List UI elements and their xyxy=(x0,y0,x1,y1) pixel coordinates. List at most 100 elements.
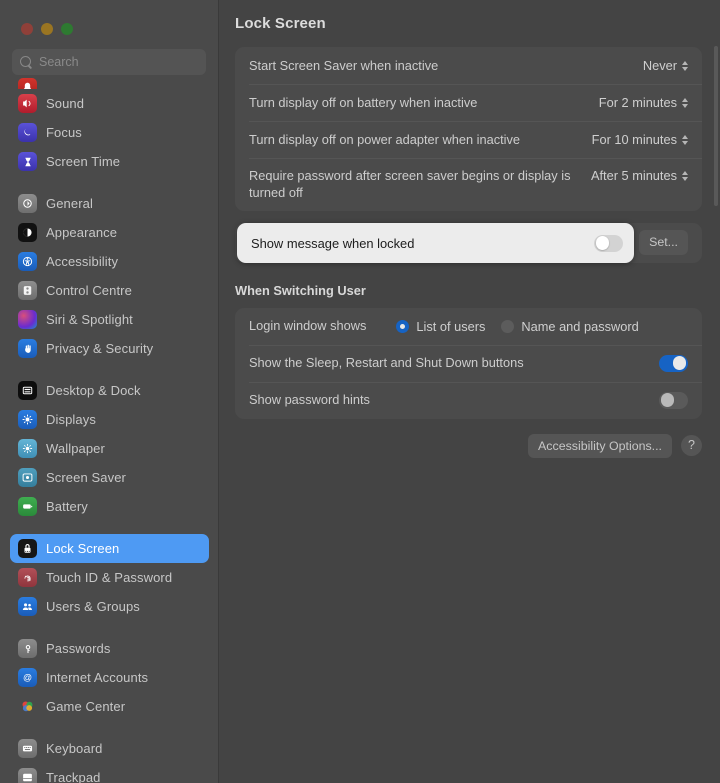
set-message-button[interactable]: Set... xyxy=(639,230,688,255)
display-off-battery-popup[interactable]: For 2 minutes xyxy=(599,95,688,110)
row-label: Login window shows xyxy=(249,318,367,334)
sidebar-item-siri-spotlight[interactable]: Siri & Spotlight xyxy=(10,305,209,334)
footer-actions: Accessibility Options... ? xyxy=(235,433,702,459)
row-display-off-power-adapter[interactable]: Turn display off on power adapter when i… xyxy=(235,121,702,158)
sidebar-search-field[interactable] xyxy=(12,49,206,75)
sidebar-item-game-center[interactable]: Game Center xyxy=(10,692,209,721)
row-label: Turn display off on power adapter when i… xyxy=(249,131,521,147)
sidebar-item-label: Displays xyxy=(46,412,96,427)
sidebar-item-label: Control Centre xyxy=(46,283,132,298)
sidebar-item-screen-saver[interactable]: Screen Saver xyxy=(10,463,209,492)
sidebar-item-label: Appearance xyxy=(46,225,118,240)
accessibility-icon xyxy=(18,252,37,271)
sidebar-scroll-area[interactable]: Sound Focus Screen Time General Appearan… xyxy=(0,78,218,783)
login-window-radio-group: List of users Name and password xyxy=(396,318,639,334)
show-message-when-locked-toggle[interactable] xyxy=(594,234,623,252)
sidebar-divider xyxy=(0,363,218,376)
sidebar-item-label: Lock Screen xyxy=(46,541,120,556)
display-off-power-adapter-popup[interactable]: For 10 minutes xyxy=(592,132,688,147)
sidebar-divider xyxy=(0,521,218,534)
sidebar-item-keyboard[interactable]: Keyboard xyxy=(10,734,209,763)
sidebar-item-displays[interactable]: Displays xyxy=(10,405,209,434)
accessibility-options-button[interactable]: Accessibility Options... xyxy=(528,433,672,459)
sidebar-group-1: Sound Focus Screen Time xyxy=(0,89,218,176)
notifications-icon xyxy=(18,78,37,89)
sidebar-group-6: Keyboard Trackpad xyxy=(0,734,218,783)
lock-screen-timing-card: Start Screen Saver when inactive Never T… xyxy=(235,47,702,211)
sidebar-item-focus[interactable]: Focus xyxy=(10,118,209,147)
maximize-window-button[interactable] xyxy=(61,22,73,35)
sidebar-item-general[interactable]: General xyxy=(10,189,209,218)
sidebar-item-label: Accessibility xyxy=(46,254,119,269)
row-start-screen-saver[interactable]: Start Screen Saver when inactive Never xyxy=(235,47,702,84)
main-scrollbar[interactable] xyxy=(714,46,718,206)
row-show-power-buttons[interactable]: Show the Sleep, Restart and Shut Down bu… xyxy=(235,344,702,382)
search-icon xyxy=(20,55,33,69)
chevron-updown-icon xyxy=(682,97,688,108)
trackpad-icon xyxy=(18,768,37,783)
show-power-buttons-toggle[interactable] xyxy=(659,354,688,372)
radio-label: Name and password xyxy=(521,318,639,334)
sidebar-item-privacy-security[interactable]: Privacy & Security xyxy=(10,334,209,363)
sidebar-item-users-groups[interactable]: Users & Groups xyxy=(10,592,209,621)
radio-label: List of users xyxy=(416,318,486,334)
sidebar-item-wallpaper[interactable]: Wallpaper xyxy=(10,434,209,463)
sidebar-item-passwords[interactable]: Passwords xyxy=(10,634,209,663)
sidebar-item-accessibility[interactable]: Accessibility xyxy=(10,247,209,276)
screen-time-icon xyxy=(18,152,37,171)
sidebar-item-label: Screen Saver xyxy=(46,470,126,485)
internet-accounts-icon: @ xyxy=(18,668,37,687)
displays-icon xyxy=(18,410,37,429)
window-traffic-lights xyxy=(0,0,218,40)
show-password-hints-toggle[interactable] xyxy=(659,391,688,409)
users-groups-icon xyxy=(18,597,37,616)
sidebar-item-label: Passwords xyxy=(46,641,111,656)
game-center-icon xyxy=(18,697,37,716)
control-centre-icon xyxy=(18,281,37,300)
radio-name-and-password[interactable]: Name and password xyxy=(501,318,639,334)
row-label: Start Screen Saver when inactive xyxy=(249,57,439,73)
page-title: Lock Screen xyxy=(235,15,326,32)
close-window-button[interactable] xyxy=(21,22,33,35)
row-require-password[interactable]: Require password after screen saver begi… xyxy=(235,158,702,211)
sidebar-item-touch-id-password[interactable]: Touch ID & Password xyxy=(10,563,209,592)
sidebar-item-label: Privacy & Security xyxy=(46,341,154,356)
require-password-popup[interactable]: After 5 minutes xyxy=(591,167,688,183)
sidebar-item-control-centre[interactable]: Control Centre xyxy=(10,276,209,305)
row-login-window-shows: Login window shows List of users Name an… xyxy=(235,308,702,345)
search-input[interactable] xyxy=(39,55,200,69)
row-show-password-hints[interactable]: Show password hints xyxy=(235,381,702,419)
sidebar-item-internet-accounts[interactable]: @ Internet Accounts xyxy=(10,663,209,692)
focus-icon xyxy=(18,123,37,142)
sidebar-item-lock-screen[interactable]: Lock Screen xyxy=(10,534,209,563)
sidebar-item-battery[interactable]: Battery xyxy=(10,492,209,521)
row-display-off-battery[interactable]: Turn display off on battery when inactiv… xyxy=(235,84,702,121)
passwords-icon xyxy=(18,639,37,658)
battery-icon xyxy=(18,497,37,516)
sidebar-item-desktop-dock[interactable]: Desktop & Dock xyxy=(10,376,209,405)
sidebar-item-sound[interactable]: Sound xyxy=(10,89,209,118)
chevron-updown-icon xyxy=(682,60,688,71)
sidebar-item-partial-top[interactable] xyxy=(0,78,218,89)
desktop-dock-icon xyxy=(18,381,37,400)
general-icon xyxy=(18,194,37,213)
sidebar-item-screen-time[interactable]: Screen Time xyxy=(10,147,209,176)
minimize-window-button[interactable] xyxy=(41,22,53,35)
start-screen-saver-popup[interactable]: Never xyxy=(643,58,688,73)
lock-screen-icon xyxy=(18,539,37,558)
svg-text:@: @ xyxy=(23,672,32,682)
appearance-icon xyxy=(18,223,37,242)
sidebar-item-appearance[interactable]: Appearance xyxy=(10,218,209,247)
popup-value: For 10 minutes xyxy=(591,132,677,147)
sidebar-item-label: Desktop & Dock xyxy=(46,383,141,398)
sidebar-group-4: Lock Screen Touch ID & Password Users & … xyxy=(0,534,218,621)
sidebar-item-label: Siri & Spotlight xyxy=(46,312,133,327)
highlighted-show-message-row[interactable]: Show message when locked xyxy=(237,223,634,263)
row-label: Show password hints xyxy=(249,392,370,408)
radio-list-of-users[interactable]: List of users xyxy=(396,319,485,334)
sidebar-group-5: Passwords @ Internet Accounts Game Cente… xyxy=(0,634,218,721)
sidebar-divider xyxy=(0,176,218,189)
help-button[interactable]: ? xyxy=(681,435,702,457)
chevron-updown-icon xyxy=(682,170,688,181)
sidebar-item-trackpad[interactable]: Trackpad xyxy=(10,763,209,783)
